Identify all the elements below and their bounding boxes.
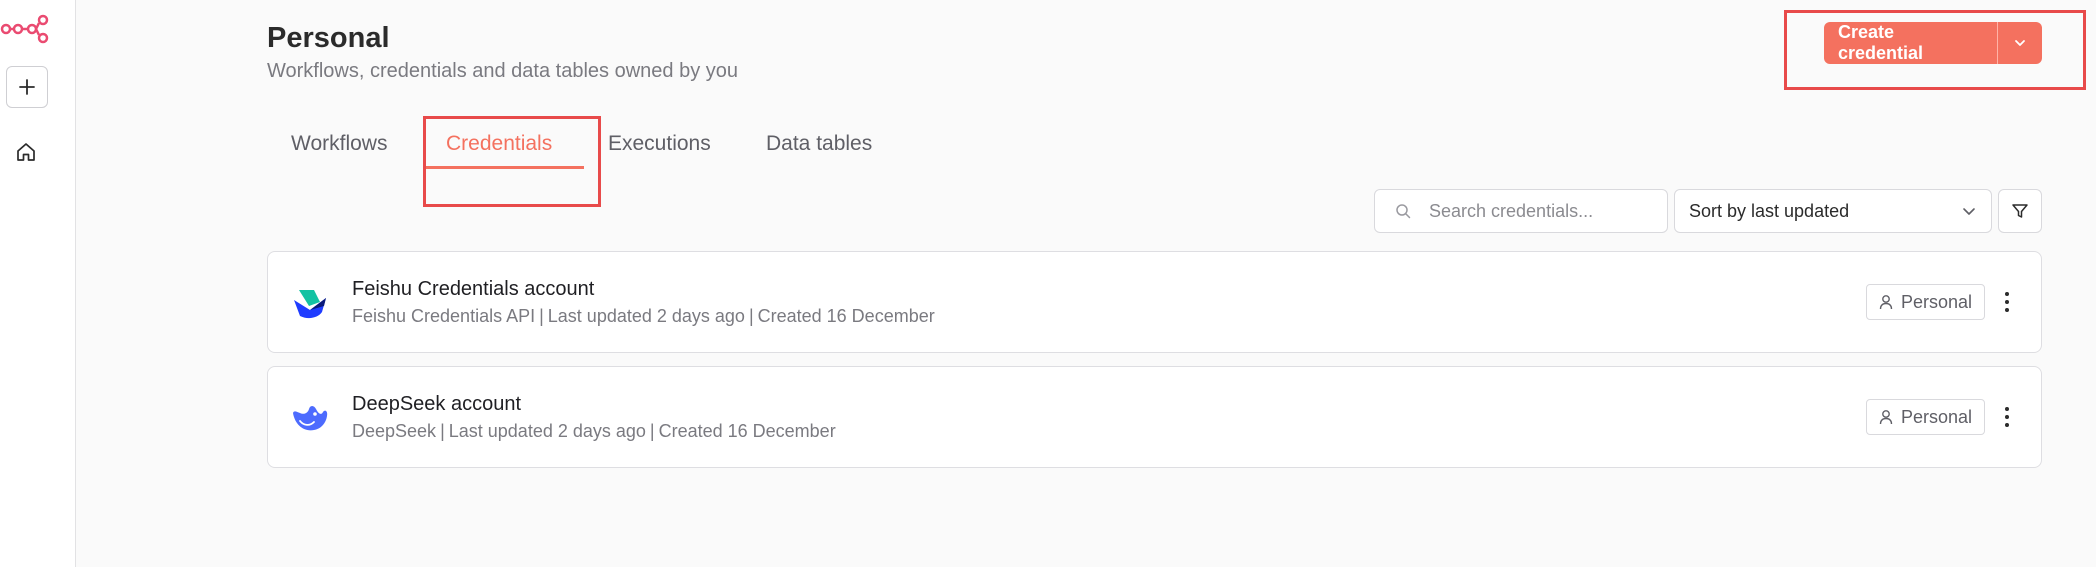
home-icon (17, 143, 35, 161)
user-icon (1879, 410, 1893, 425)
credential-type: Feishu Credentials API (352, 306, 536, 326)
credential-updated: Last updated 2 days ago (448, 421, 646, 441)
credential-created: Created 16 December (658, 421, 836, 441)
credential-meta: DeepSeek | Last updated 2 days ago | Created… (352, 421, 836, 441)
owner-badge: Personal (1865, 399, 1985, 435)
sort-select[interactable]: Sort by last updated (1674, 189, 1992, 233)
deepseek-icon (290, 399, 330, 439)
feishu-icon (290, 284, 330, 324)
credential-updated: Last updated 2 days ago (547, 306, 745, 326)
highlight-create (1784, 10, 2086, 90)
tab-workflows[interactable]: Workflows (291, 132, 387, 156)
tab-executions[interactable]: Executions (608, 132, 711, 156)
filter-button[interactable] (1998, 189, 2042, 233)
chevron-down-icon (1963, 208, 1975, 215)
filter-icon (2012, 204, 2028, 218)
search-box (1374, 189, 1668, 233)
credential-type: DeepSeek (352, 421, 437, 441)
sort-select-value: Sort by last updated (1689, 200, 1850, 221)
n8n-logo-icon[interactable] (0, 14, 50, 44)
plus-icon (19, 79, 35, 95)
credential-card[interactable]: DeepSeek account DeepSeek | Last updated 2… (267, 366, 2042, 468)
home-button[interactable] (10, 136, 42, 168)
owner-badge-label: Personal (1900, 291, 1972, 312)
more-options-icon[interactable] (2003, 288, 2011, 316)
highlight-credentials-tab (423, 116, 601, 207)
credential-created: Created 16 December (757, 306, 935, 326)
owner-badge-label: Personal (1900, 406, 1972, 427)
page-subtitle: Workflows, credentials and data tables o… (267, 60, 739, 82)
sidebar (0, 0, 76, 567)
owner-badge: Personal (1865, 284, 1985, 320)
credential-meta: Feishu Credentials API | Last updated 2 da… (352, 306, 935, 326)
page-title: Personal (267, 22, 390, 54)
credential-name: DeepSeek account (352, 393, 522, 415)
more-options-icon[interactable] (2003, 403, 2011, 431)
credential-name: Feishu Credentials account (352, 278, 595, 300)
user-icon (1879, 295, 1893, 310)
search-input[interactable] (1429, 200, 1649, 222)
credential-card[interactable]: Feishu Credentials account Feishu Creden… (267, 251, 2042, 353)
tab-data-tables[interactable]: Data tables (766, 132, 872, 156)
add-button[interactable] (6, 66, 48, 108)
search-icon (1396, 204, 1411, 219)
